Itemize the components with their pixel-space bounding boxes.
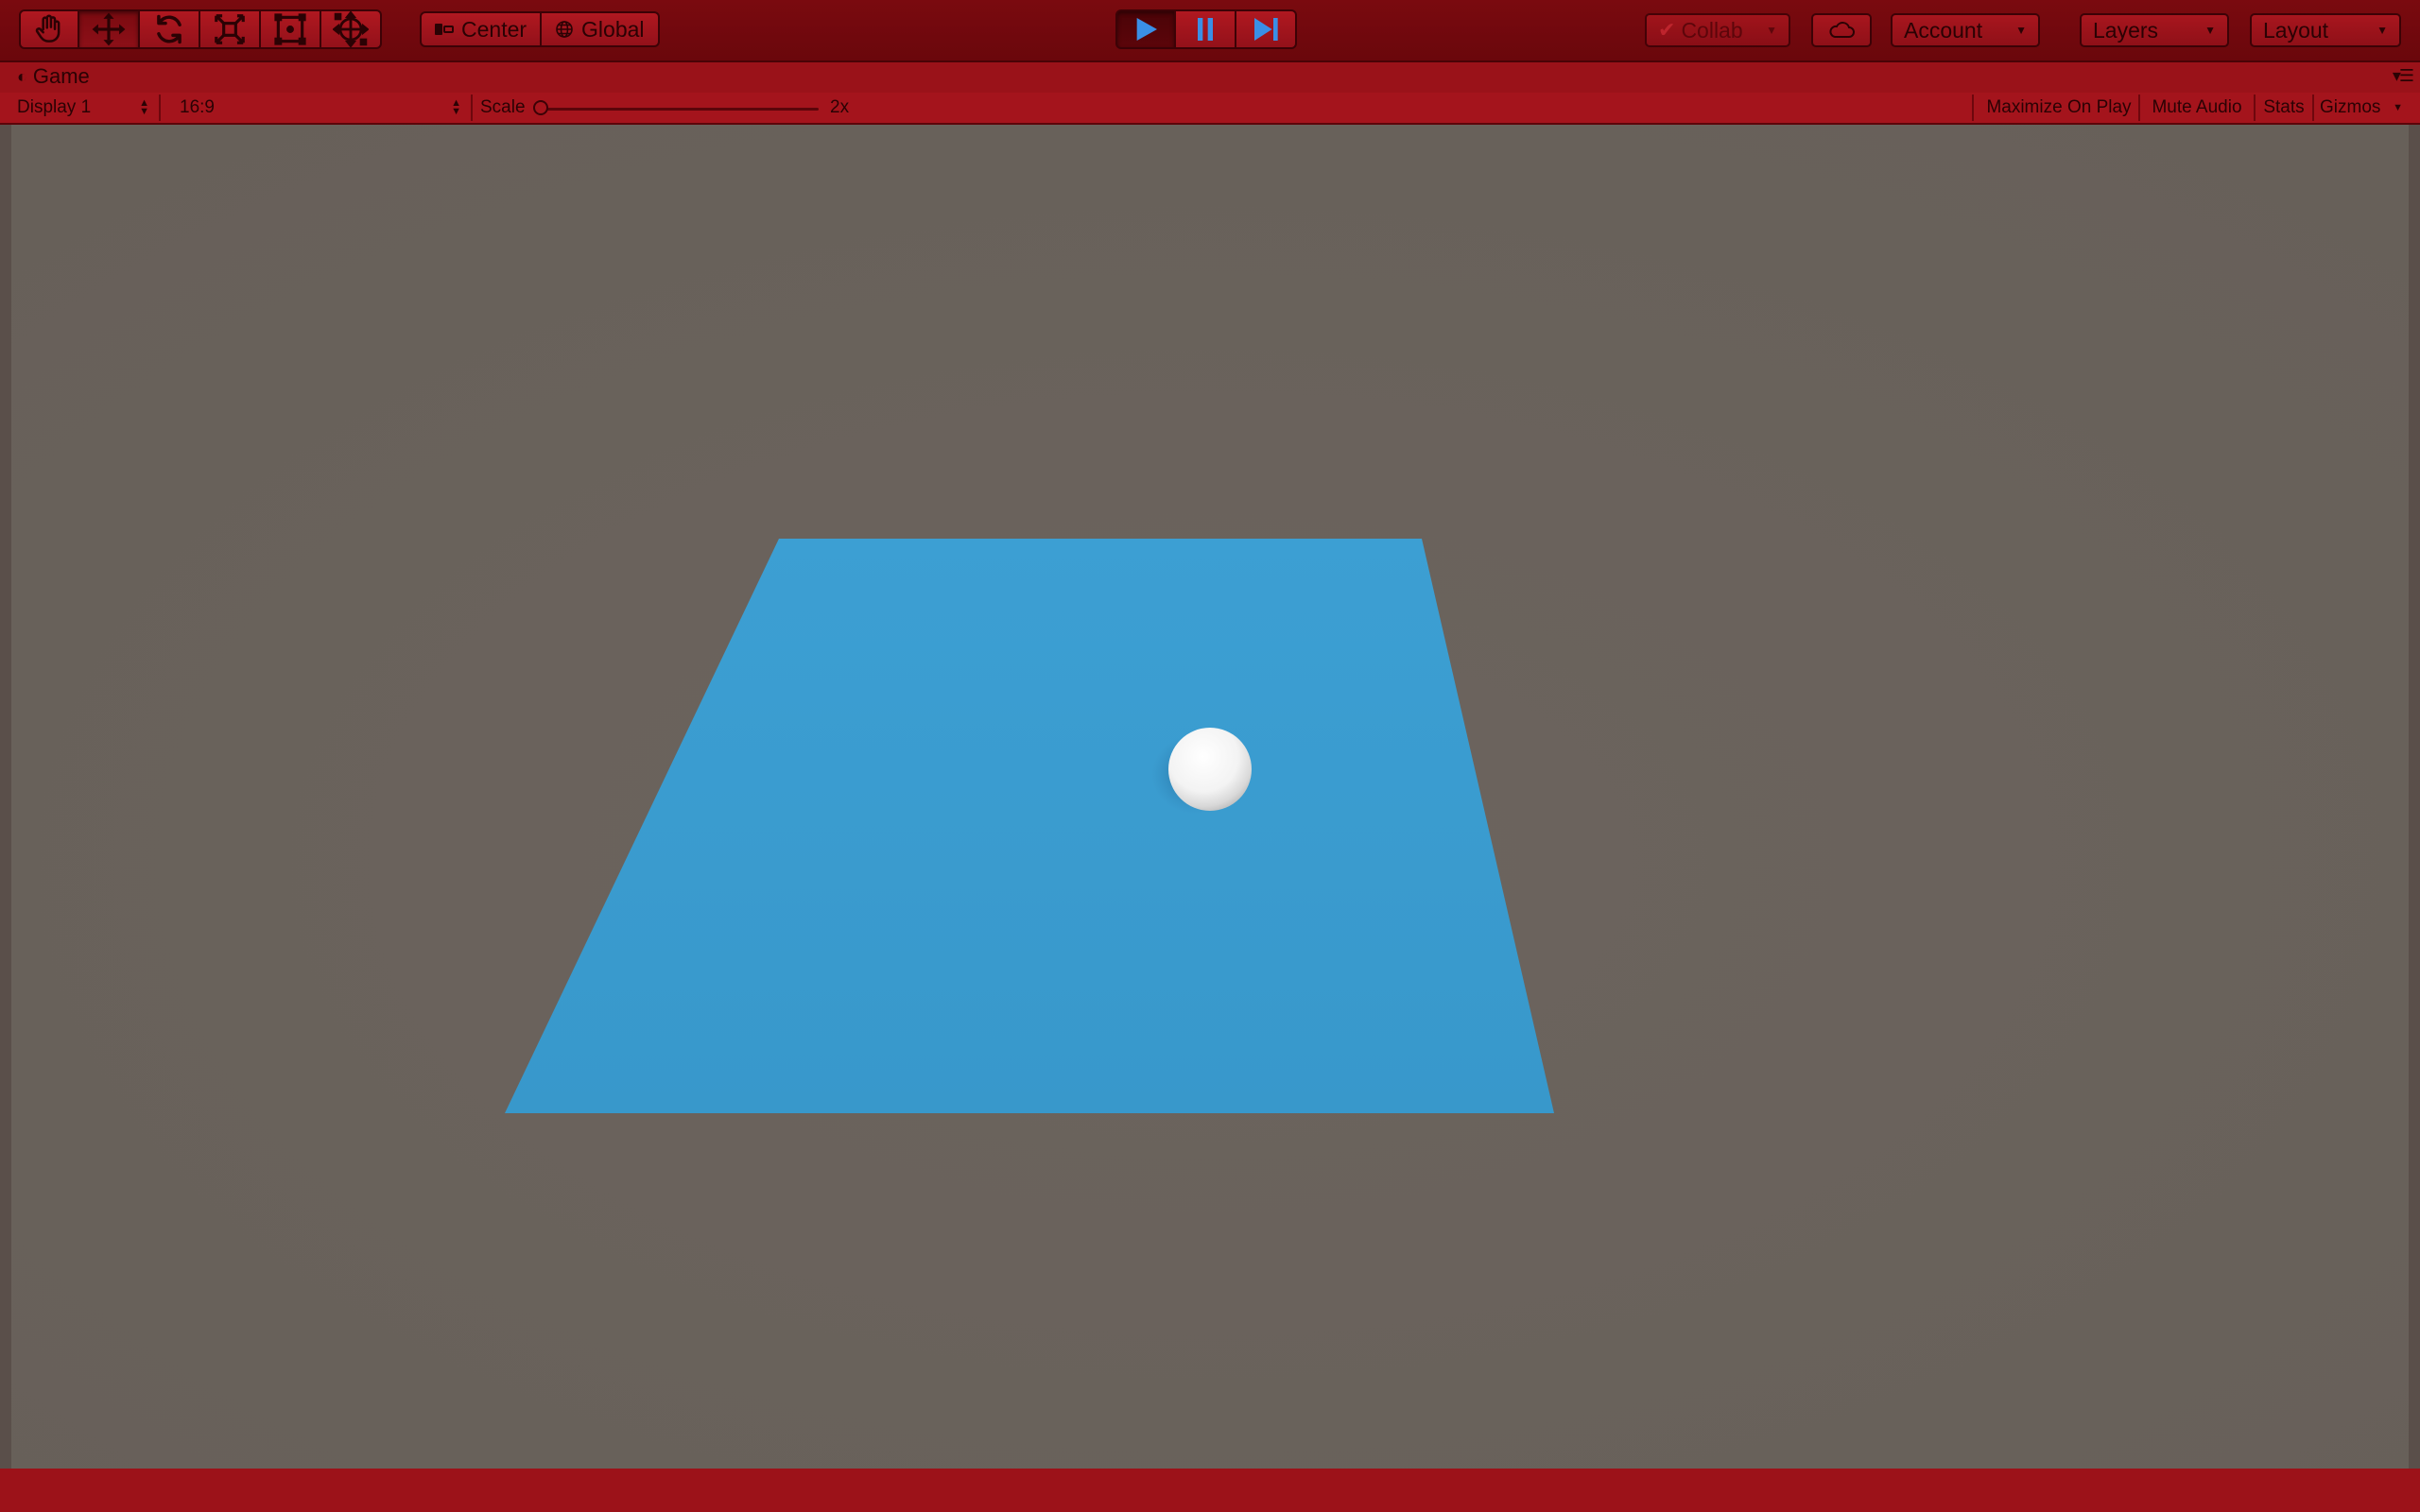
pivot-rotation-label: Global [581,16,645,42]
game-tab-bar: ◐ Game ▾☰ [0,62,2420,93]
maximize-on-play-label: Maximize On Play [1986,97,2132,117]
tab-game-label: Game [32,64,90,88]
pivot-mode-label: Center [461,16,527,42]
gizmos-label: Gizmos [2320,97,2381,117]
transform-tool-button[interactable] [321,9,382,49]
stats-label: Stats [2263,97,2305,117]
player-sphere [1168,728,1252,811]
game-controller-icon: ◐ [17,66,27,86]
gizmos-dropdown[interactable]: Gizmos ▼ [2316,93,2407,123]
game-scene [11,125,2409,1469]
transform-tools-group [19,9,382,49]
maximize-on-play-toggle[interactable]: Maximize On Play [1979,93,2138,123]
rotate-icon [157,14,182,44]
combined-transform-icon [333,11,369,47]
divider [2312,94,2314,121]
bottom-status-bar [0,1469,2420,1512]
rect-tool-button[interactable] [261,9,321,49]
cloud-button[interactable] [1811,13,1872,47]
scale-value: 2x [830,97,850,117]
cloud-icon [1829,22,1855,38]
collab-dropdown[interactable]: ✔ Collab ▼ [1645,13,1790,47]
layers-label: Layers [2093,17,2159,43]
aspect-label: 16:9 [180,97,215,117]
rect-transform-icon [274,13,306,45]
game-viewport[interactable] [11,125,2409,1469]
scale-label: Scale [480,97,526,117]
scale-slider-track[interactable] [539,108,819,111]
hand-icon [35,14,60,43]
viewport-right-edge [2409,125,2420,1469]
chevron-down-icon: ▼ [1766,24,1777,37]
mute-audio-label: Mute Audio [2152,97,2242,117]
account-label: Account [1904,17,1983,43]
aspect-select[interactable]: 16:9 ▲ ▼ [168,93,467,123]
pivot-mode-button[interactable]: Center [420,11,543,47]
scale-slider-thumb[interactable] [533,100,548,115]
display-select[interactable]: Display 1 ▲ ▼ [8,93,155,123]
pivot-center-icon [435,24,454,35]
layers-dropdown[interactable]: Layers ▼ [2080,13,2229,47]
divider [2138,94,2140,121]
viewport-left-edge [0,125,11,1469]
main-toolbar: Center Global ✔ Collab ▼ Account ▼ Layer… [0,0,2420,62]
chevron-down-icon: ▼ [2393,102,2403,113]
scale-tool-button[interactable] [200,9,261,49]
pivot-group: Center Global [420,11,660,47]
collab-check-icon: ✔ [1658,18,1676,42]
layout-label: Layout [2263,17,2329,43]
mute-audio-toggle[interactable]: Mute Audio [2142,93,2252,123]
updown-arrows-icon: ▲ ▼ [139,97,149,117]
play-controls-group [1115,9,1297,49]
collab-label: Collab [1681,17,1743,43]
play-button[interactable] [1115,9,1176,49]
tab-game[interactable]: ◐ Game [17,64,90,89]
panel-menu-icon[interactable]: ▾☰ [2393,66,2414,86]
move-arrows-icon [92,12,126,46]
divider [2254,94,2256,121]
pivot-rotation-button[interactable]: Global [542,11,660,47]
move-tool-button[interactable] [79,9,140,49]
scale-icon [215,14,245,44]
game-view-controls: Display 1 ▲ ▼ 16:9 ▲ ▼ Scale 2x Maximize O… [0,93,2420,125]
updown-arrows-icon: ▲ ▼ [451,97,461,117]
globe-icon [556,21,573,38]
divider [1972,94,1974,121]
display-label: Display 1 [17,97,92,117]
chevron-down-icon: ▼ [2015,24,2027,37]
hand-tool-button[interactable] [19,9,79,49]
step-icon [1254,18,1278,41]
chevron-down-icon: ▼ [2377,24,2388,37]
divider [159,94,161,121]
divider [471,94,473,121]
step-button[interactable] [1236,9,1297,49]
stats-toggle[interactable]: Stats [2257,93,2310,123]
account-dropdown[interactable]: Account ▼ [1891,13,2040,47]
layout-dropdown[interactable]: Layout ▼ [2250,13,2401,47]
pause-icon [1198,18,1213,41]
chevron-down-icon: ▼ [2204,24,2216,37]
play-icon [1136,18,1157,41]
rotate-tool-button[interactable] [140,9,200,49]
pause-button[interactable] [1176,9,1236,49]
